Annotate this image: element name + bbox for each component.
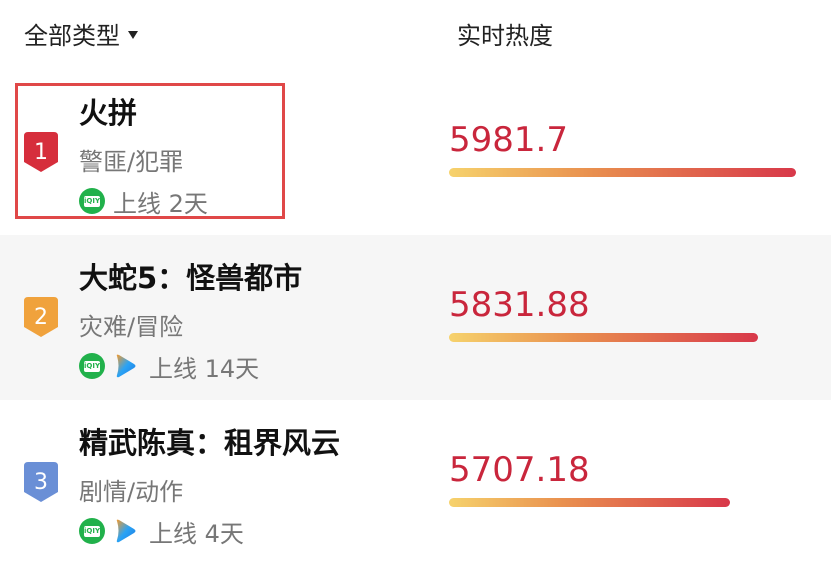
iqiyi-icon: iQIY [79,518,105,544]
category-filter-label: 全部类型 [24,22,120,50]
title: 火拼 [79,96,138,130]
genre: 灾难/冒险 [79,313,184,341]
title: 精武陈真：租界风云 [79,426,341,460]
genre: 警匪/犯罪 [79,148,184,176]
heat-value: 5831.88 [449,285,590,325]
rank-number: 2 [34,305,48,330]
caret-down-icon [128,30,138,39]
platforms: iQIY 上线 14天 [79,351,260,383]
category-filter-dropdown[interactable]: 全部类型 [24,16,138,51]
heat-bar [449,333,758,342]
platforms: iQIY 上线 4天 [79,516,244,548]
heat-value: 5707.18 [449,450,590,490]
rank-number: 3 [34,470,48,495]
online-duration: 上线 4天 [149,519,244,548]
rank-badge: 3 [24,462,58,502]
list-item[interactable]: 2 大蛇5：怪兽都市 灾难/冒险 iQIY 上线 14天 5831.88 [0,235,831,400]
tencent-video-icon [116,354,136,378]
heat-column-header: 实时热度 [457,22,553,50]
title: 大蛇5：怪兽都市 [79,261,303,295]
heat-value: 5981.7 [449,120,568,160]
iqiyi-icon: iQIY [79,188,105,214]
heat-bar [449,498,730,507]
rank-number: 1 [34,140,48,165]
tencent-video-icon [116,519,136,543]
online-duration: 上线 14天 [149,354,260,383]
rank-badge: 2 [24,297,58,337]
heat-bar [449,168,796,177]
list-item[interactable]: 3 精武陈真：租界风云 剧情/动作 iQIY 上线 4天 5707.18 [0,400,831,565]
online-duration: 上线 2天 [113,189,208,218]
rank-badge: 1 [24,132,58,172]
genre: 剧情/动作 [79,478,184,506]
list-item[interactable]: 1 火拼 警匪/犯罪 iQIY 上线 2天 5981.7 [0,70,831,235]
iqiyi-icon: iQIY [79,353,105,379]
platforms: iQIY 上线 2天 [79,186,208,218]
list-header: 全部类型 实时热度 [0,0,831,70]
